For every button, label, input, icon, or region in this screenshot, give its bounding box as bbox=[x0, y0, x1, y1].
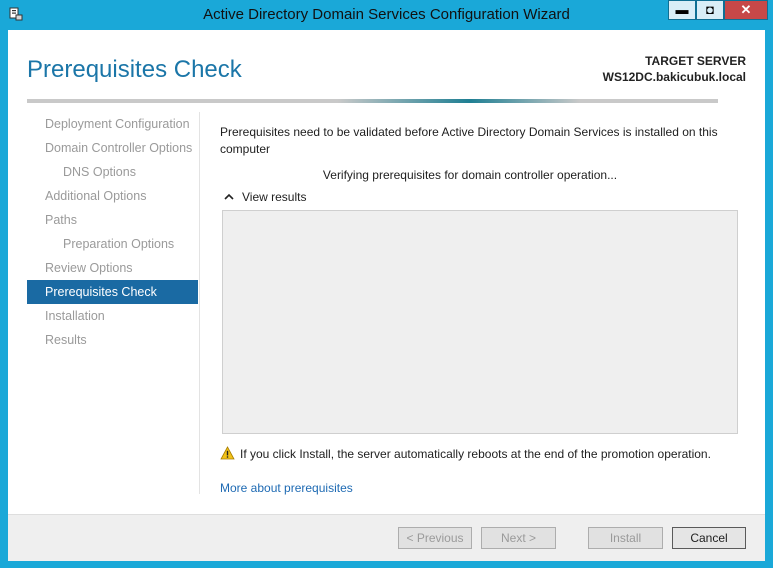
target-server-info: TARGET SERVER WS12DC.bakicubuk.local bbox=[603, 53, 746, 85]
button-bar: < Previous Next > Install Cancel bbox=[8, 514, 765, 561]
wizard-nav: Deployment Configuration Domain Controll… bbox=[27, 112, 200, 494]
nav-item-review-options[interactable]: Review Options bbox=[27, 256, 198, 280]
nav-item-installation[interactable]: Installation bbox=[27, 304, 198, 328]
next-button[interactable]: Next > bbox=[481, 527, 556, 549]
intro-text: Prerequisites need to be validated befor… bbox=[220, 125, 718, 156]
title-bar[interactable]: Active Directory Domain Services Configu… bbox=[0, 0, 773, 30]
warning-icon bbox=[220, 446, 235, 463]
install-button[interactable]: Install bbox=[588, 527, 663, 549]
target-server-name: WS12DC.bakicubuk.local bbox=[602, 70, 746, 84]
view-results-label: View results bbox=[242, 190, 307, 204]
nav-item-results[interactable]: Results bbox=[27, 328, 198, 352]
more-about-prerequisites-link[interactable]: More about prerequisites bbox=[220, 481, 353, 495]
cancel-button[interactable]: Cancel bbox=[672, 527, 746, 549]
reboot-warning: If you click Install, the server automat… bbox=[220, 446, 711, 463]
maximize-button[interactable]: ◘ bbox=[696, 0, 724, 20]
nav-item-deployment-configuration[interactable]: Deployment Configuration bbox=[27, 112, 198, 136]
previous-button[interactable]: < Previous bbox=[398, 527, 472, 549]
header-divider bbox=[27, 99, 718, 103]
close-button[interactable]: ✕ bbox=[724, 0, 768, 20]
view-results-toggle[interactable]: View results bbox=[224, 190, 306, 204]
page-title: Prerequisites Check bbox=[27, 56, 242, 83]
nav-item-paths[interactable]: Paths bbox=[27, 208, 198, 232]
warning-text: If you click Install, the server automat… bbox=[240, 447, 711, 461]
chevron-up-icon bbox=[224, 193, 238, 204]
minimize-button[interactable]: ▬ bbox=[668, 0, 696, 20]
wizard-client-area: Prerequisites Check TARGET SERVER WS12DC… bbox=[8, 30, 765, 561]
nav-item-preparation-options[interactable]: Preparation Options bbox=[27, 232, 198, 256]
nav-item-domain-controller-options[interactable]: Domain Controller Options bbox=[27, 136, 198, 160]
nav-item-dns-options[interactable]: DNS Options bbox=[27, 160, 198, 184]
target-server-label: TARGET SERVER bbox=[645, 54, 746, 68]
nav-item-prerequisites-check[interactable]: Prerequisites Check bbox=[27, 280, 198, 304]
window-title: Active Directory Domain Services Configu… bbox=[203, 6, 570, 23]
results-panel[interactable] bbox=[222, 210, 738, 434]
nav-item-additional-options[interactable]: Additional Options bbox=[27, 184, 198, 208]
verifying-status: Verifying prerequisites for domain contr… bbox=[322, 168, 618, 182]
